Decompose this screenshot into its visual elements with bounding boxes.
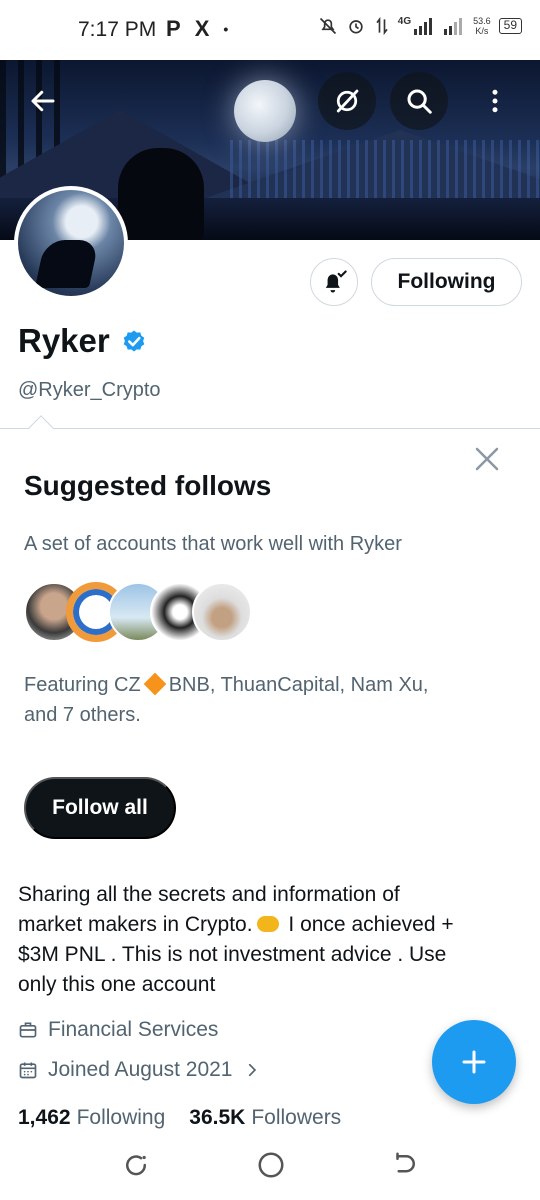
close-suggestions-button[interactable] [472, 444, 502, 474]
orange-diamond-icon [143, 672, 167, 696]
more-notifications-icon: • [223, 21, 229, 37]
following-label: Following [76, 1106, 166, 1129]
category-label: Financial Services [48, 1018, 219, 1041]
bio-line: market makers in Crypto. [18, 913, 253, 936]
profile-stats: 1,462 Following 36.5K Followers [18, 1106, 341, 1130]
display-name: Ryker [18, 322, 110, 359]
featuring-text-c: and 7 others. [24, 704, 141, 726]
status-left-icons: P X • [166, 16, 228, 42]
network-speed-value: 53.6 [473, 16, 491, 26]
recent-apps-icon [126, 1155, 147, 1176]
calendar-icon [19, 1062, 37, 1079]
status-bar: 7:17 PM P X • 4G 53.6 K/s 59 [0, 0, 540, 60]
banner-city-lights [230, 140, 540, 200]
back-button[interactable] [14, 72, 72, 130]
banner-samurai-figure [118, 148, 204, 240]
following-count: 1,462 [18, 1106, 71, 1129]
arrow-left-icon [31, 90, 55, 112]
following-count-link[interactable]: 1,462 Following [18, 1106, 165, 1130]
suggestion-pointer [28, 415, 54, 441]
home-button[interactable] [256, 1150, 286, 1180]
network-speed: 53.6 K/s [473, 16, 491, 36]
followers-count-link[interactable]: 36.5K Followers [189, 1106, 341, 1130]
suggested-avatar[interactable] [192, 582, 252, 642]
avatar-figure [34, 240, 100, 288]
section-divider [0, 428, 540, 429]
followers-label: Followers [251, 1106, 342, 1129]
search-icon [407, 89, 432, 114]
bio-line: only this one account [18, 973, 216, 996]
handshake-emoji-icon [256, 916, 279, 932]
more-options-button[interactable] [466, 72, 524, 130]
system-navigation-bar [0, 1130, 540, 1200]
status-time: 7:17 PM [78, 18, 157, 41]
mute-icon [319, 17, 336, 35]
featuring-text-b: BNB, ThuanCapital, Nam Xu, [168, 674, 429, 696]
featuring-text-a: Featuring CZ [24, 674, 141, 696]
profile-category: Financial Services [18, 1018, 218, 1042]
briefcase-icon [19, 1022, 37, 1038]
profile-joined[interactable]: Joined August 2021 [18, 1058, 261, 1082]
data-transfer-icon [376, 16, 388, 36]
signal-icon-1 [414, 18, 433, 35]
profile-bio: Sharing all the secrets and information … [18, 880, 518, 1000]
signal-icon-2 [444, 18, 463, 35]
notifications-button[interactable] [310, 258, 358, 306]
profile-handle: @Ryker_Crypto [18, 379, 161, 401]
system-back-button[interactable] [390, 1150, 420, 1180]
chevron-right-icon [248, 1063, 256, 1077]
banner-moon [234, 80, 296, 142]
bio-line: I once achieved + [282, 913, 454, 936]
search-button[interactable] [390, 72, 448, 130]
joined-label: Joined August 2021 [48, 1058, 233, 1081]
avatar[interactable] [14, 186, 128, 300]
plus-icon [462, 1050, 486, 1074]
suggested-follows-subtitle: A set of accounts that work well with Ry… [24, 533, 402, 555]
more-vertical-icon [492, 89, 498, 113]
network-type-label: 4G [397, 15, 412, 27]
follow-all-button[interactable]: Follow all [24, 777, 176, 839]
x-notification-icon: X [194, 16, 210, 41]
close-icon [475, 447, 499, 471]
network-speed-unit: K/s [475, 26, 489, 36]
status-right-icons: 4G 53.6 K/s 59 [318, 16, 522, 36]
suggested-featuring-text: Featuring CZ BNB, ThuanCapital, Nam Xu, a… [24, 670, 514, 730]
profile-name-row: Ryker [18, 322, 148, 360]
grok-button[interactable] [318, 72, 376, 130]
recent-apps-button[interactable] [121, 1150, 151, 1180]
compose-post-button[interactable] [432, 1020, 516, 1104]
alarm-icon [349, 20, 363, 34]
followers-count: 36.5K [189, 1106, 246, 1129]
home-circle-icon [258, 1152, 284, 1178]
grok-icon [336, 89, 359, 113]
pinterest-notification-icon: P [166, 16, 181, 41]
following-button[interactable]: Following [371, 258, 522, 306]
verified-badge-icon[interactable] [120, 327, 148, 355]
suggested-follows-title: Suggested follows [24, 470, 272, 501]
system-back-icon [396, 1152, 415, 1173]
battery-indicator: 59 [498, 18, 522, 34]
bio-line: Sharing all the secrets and information … [18, 883, 400, 906]
suggested-avatars[interactable] [24, 582, 264, 644]
bio-line: $3M PNL . This is not investment advice … [18, 943, 447, 966]
bell-check-icon [325, 270, 347, 293]
